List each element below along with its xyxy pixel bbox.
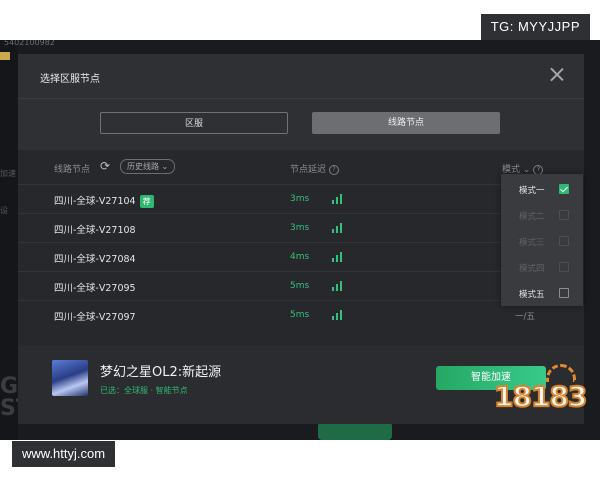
table-row[interactable]: 四川-全球-V27097 5ms 一/五 (18, 300, 584, 330)
watermark-url: www.httyj.com (12, 441, 116, 467)
node-table: 线路节点 ⟳ 历史线路 ⌄ 节点延迟? 模式 ⌄? 四川-全球-V27104 荐 … (18, 150, 584, 346)
logo-text: 18183 (493, 379, 588, 414)
tab-line-node[interactable]: 线路节点 (312, 112, 500, 134)
background-id-text: 5402100982 (4, 40, 55, 47)
mode-option-label: 模式一 (519, 186, 545, 196)
refresh-icon[interactable]: ⟳ (100, 159, 114, 173)
background-badge (0, 52, 10, 60)
table-row[interactable]: 四川-全球-V27108 3ms (18, 213, 584, 243)
signal-icon (332, 281, 344, 291)
mode-option-2: 模式二 (501, 203, 583, 229)
divider (18, 98, 584, 99)
table-row[interactable]: 四川-全球-V27084 4ms (18, 242, 584, 272)
signal-icon (332, 252, 344, 262)
mode-option-1[interactable]: 模式一 (501, 177, 583, 203)
mode-option-3: 模式三 (501, 229, 583, 255)
mode-option-5[interactable]: 模式五 (501, 281, 583, 307)
signal-icon (332, 194, 344, 204)
site-logo: 18183 (490, 364, 588, 422)
dialog-title: 选择区服节点 (40, 74, 100, 85)
signal-icon (332, 223, 344, 233)
header-node: 线路节点 (54, 165, 91, 175)
background-side-label: 加速 (0, 169, 16, 178)
mode-checkbox[interactable] (559, 184, 569, 194)
recommend-badge: 荐 (139, 195, 154, 208)
node-latency: 5ms (290, 310, 310, 320)
header-latency: 节点延迟? (290, 162, 340, 175)
mode-checkbox (559, 210, 569, 220)
chevron-down-icon: ⌄ (161, 162, 169, 171)
mode-checkbox (559, 262, 569, 272)
node-latency: 3ms (290, 194, 310, 204)
watermark-tg: TG: MYYJJPP (480, 14, 590, 40)
mode-checkbox[interactable] (559, 288, 569, 298)
help-icon[interactable]: ? (329, 165, 340, 175)
node-name: 四川-全球-V27097 (54, 312, 136, 323)
signal-icon (332, 310, 344, 320)
node-latency: 4ms (290, 252, 310, 262)
node-name: 四川-全球-V27095 (54, 283, 136, 294)
selected-node-text: 已选：全球服 · 智能节点 (100, 386, 188, 395)
mode-option-4: 模式四 (501, 255, 583, 281)
node-latency: 3ms (290, 223, 310, 233)
background-start-button (318, 422, 392, 440)
background-side-label: 设 (0, 206, 8, 215)
history-lines-label: 历史线路 (127, 162, 159, 171)
table-row[interactable]: 四川-全球-V27104 荐 3ms (18, 184, 584, 214)
game-cover-image (52, 360, 88, 396)
mode-dropdown-panel: 模式一 模式二 模式三 模式四 模式五 (501, 174, 583, 306)
history-lines-dropdown[interactable]: 历史线路 ⌄ (120, 159, 176, 174)
game-title: 梦幻之星OL2:新起源 (100, 365, 222, 380)
node-mode: 一/五 (515, 312, 535, 322)
node-name: 四川-全球-V27084 (54, 254, 136, 265)
node-latency: 5ms (290, 281, 310, 291)
mode-option-label: 模式二 (519, 212, 545, 222)
node-name: 四川-全球-V27104 (54, 196, 136, 207)
table-row[interactable]: 四川-全球-V27095 5ms (18, 271, 584, 301)
header-latency-label: 节点延迟 (290, 165, 327, 175)
mode-option-label: 模式四 (519, 264, 545, 274)
tab-region[interactable]: 区服 (100, 112, 288, 134)
close-icon[interactable] (548, 66, 566, 84)
node-name: 四川-全球-V27108 (54, 225, 136, 236)
mode-option-label: 模式五 (519, 290, 545, 300)
mode-option-label: 模式三 (519, 238, 545, 248)
mode-checkbox (559, 236, 569, 246)
